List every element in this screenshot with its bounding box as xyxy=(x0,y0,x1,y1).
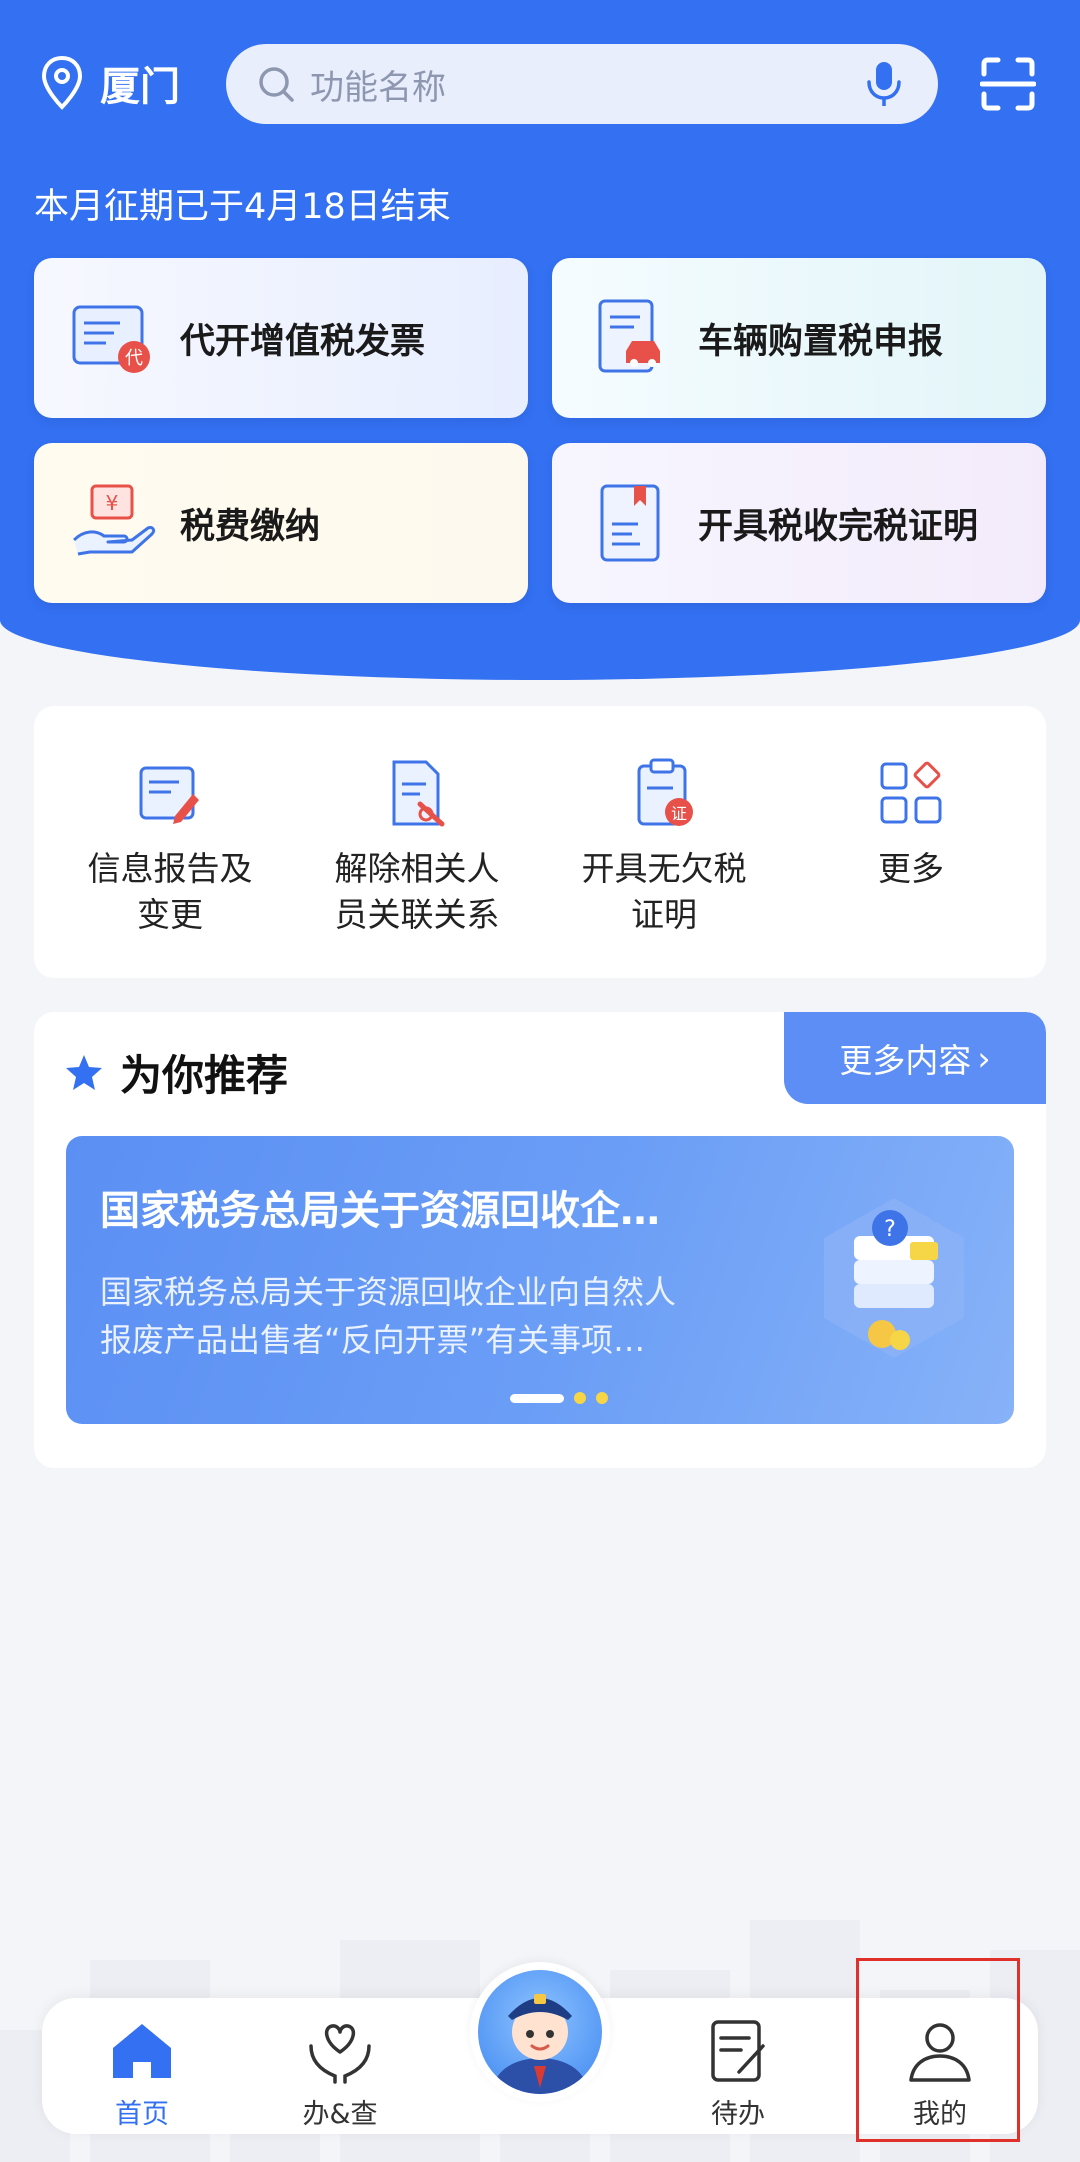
carousel-dot-active xyxy=(510,1393,564,1403)
service-tax-payment-card[interactable]: ¥ 税费缴纳 xyxy=(34,443,528,603)
service-invoice-card[interactable]: 代 代开增值税发票 xyxy=(34,258,528,418)
city-name: 厦门 xyxy=(100,64,180,110)
banner-desc-line1: 国家税务总局关于资源回收企业向自然人 xyxy=(100,1273,677,1311)
quick-more[interactable]: 更多 xyxy=(796,758,1026,892)
home-screen: 厦门 功能名称 本月征期已于4月18日结束 代 代开增值税发票 车辆购置税申报 … xyxy=(0,0,1080,2162)
tab-todo[interactable]: 待办 xyxy=(668,2016,808,2131)
chevron-right-icon: › xyxy=(977,1038,991,1078)
quick-label-line1: 信息报告及 xyxy=(87,849,253,888)
location-selector[interactable]: 厦门 xyxy=(40,54,180,112)
search-placeholder: 功能名称 xyxy=(310,67,446,108)
service-label: 开具税收完税证明 xyxy=(698,506,979,547)
tax-certificate-icon xyxy=(600,484,660,562)
tab-home[interactable]: 首页 xyxy=(72,2016,212,2131)
invoice-icon: 代 xyxy=(72,305,150,373)
assistant-avatar xyxy=(478,1970,602,2094)
quick-unlink-relation[interactable]: 解除相关人 员关联关系 xyxy=(302,758,532,938)
vehicle-tax-icon xyxy=(598,299,660,373)
top-bar: 厦门 功能名称 xyxy=(0,44,1080,124)
recommend-banner[interactable]: 国家税务总局关于资源回收企… 国家税务总局关于资源回收企业向自然人 报废产品出售… xyxy=(66,1136,1014,1424)
svg-text:证: 证 xyxy=(671,804,687,823)
recommend-title: 为你推荐 xyxy=(120,1051,289,1100)
tax-payment-icon: ¥ xyxy=(72,484,156,556)
search-input[interactable]: 功能名称 xyxy=(226,44,938,124)
banner-desc-line2: 报废产品出售者“反向开票”有关事项… xyxy=(100,1321,646,1359)
location-pin-icon xyxy=(41,55,83,110)
no-arrears-certificate-icon: 证 xyxy=(637,758,693,826)
banner-description: 国家税务总局关于资源回收企业向自然人 报废产品出售者“反向开票”有关事项… xyxy=(100,1268,760,1364)
carousel-dot xyxy=(596,1392,608,1404)
tab-label: 待办 xyxy=(711,2099,765,2130)
question-database-illustration: ? xyxy=(824,1198,964,1358)
svg-text:代: 代 xyxy=(125,348,143,369)
quick-functions-panel: 信息报告及 变更 解除相关人 员关联关系 证 开具无欠税 证明 更多 xyxy=(34,706,1046,978)
recommend-section: 为你推荐 更多内容 › 国家税务总局关于资源回收企… 国家税务总局关于资源回收企… xyxy=(34,1012,1046,1468)
quick-info-report[interactable]: 信息报告及 变更 xyxy=(55,758,285,938)
service-label: 代开增值税发票 xyxy=(180,321,426,362)
tax-period-notice: 本月征期已于4月18日结束 xyxy=(34,187,451,227)
svg-text:?: ? xyxy=(884,1217,896,1242)
home-icon xyxy=(113,2024,171,2078)
highlight-box xyxy=(856,1958,1020,2142)
carousel-dot xyxy=(574,1392,586,1404)
todo-icon xyxy=(711,2020,765,2082)
service-label: 车辆购置税申报 xyxy=(698,321,944,362)
heart-hands-icon xyxy=(309,2024,371,2084)
assistant-avatar-button[interactable] xyxy=(470,1962,610,2102)
quick-label-line2: 变更 xyxy=(137,895,203,934)
quick-label-line1: 更多 xyxy=(878,849,944,888)
carousel-indicator xyxy=(510,1392,608,1404)
quick-label-line1: 解除相关人 xyxy=(334,849,500,888)
info-report-icon xyxy=(139,766,199,824)
svg-text:¥: ¥ xyxy=(106,491,119,515)
star-icon xyxy=(66,1054,102,1090)
tab-label: 办&查 xyxy=(302,2099,378,2130)
microphone-icon[interactable] xyxy=(864,60,904,108)
quick-label-line1: 开具无欠税 xyxy=(581,849,747,888)
more-content-label: 更多内容 xyxy=(839,1041,972,1080)
quick-label-line2: 员关联关系 xyxy=(334,895,500,934)
tab-handle-query[interactable]: 办&查 xyxy=(270,2016,410,2131)
quick-label-line2: 证明 xyxy=(631,895,697,934)
service-vehicle-tax-card[interactable]: 车辆购置税申报 xyxy=(552,258,1046,418)
tax-officer-mascot-icon xyxy=(494,1994,586,2094)
unlink-icon xyxy=(392,760,445,827)
service-tax-certificate-card[interactable]: 开具税收完税证明 xyxy=(552,443,1046,603)
scan-icon[interactable] xyxy=(980,56,1036,112)
more-grid-icon xyxy=(880,761,942,824)
banner-title: 国家税务总局关于资源回收企… xyxy=(100,1188,660,1234)
more-content-button[interactable]: 更多内容 › xyxy=(784,1012,1046,1104)
recommend-header: 为你推荐 xyxy=(64,1042,288,1103)
tab-label: 首页 xyxy=(115,2099,169,2130)
search-icon xyxy=(259,67,294,102)
quick-no-arrears-certificate[interactable]: 证 开具无欠税 证明 xyxy=(549,758,779,938)
service-label: 税费缴纳 xyxy=(180,506,321,547)
